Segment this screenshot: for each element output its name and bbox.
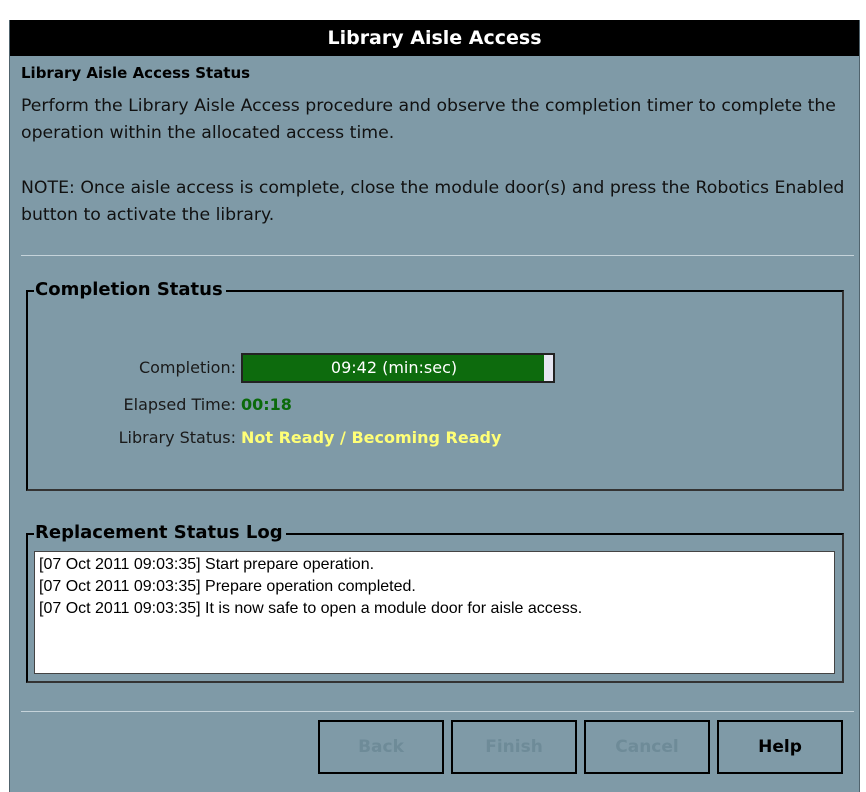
log-entry: [07 Oct 2011 09:03:35] Start prepare ope… (39, 556, 375, 573)
completion-status-group: Completion Status Completion: 09:42 (min… (26, 278, 844, 491)
replacement-status-log-group: Replacement Status Log [07 Oct 2011 09:0… (26, 521, 844, 683)
completion-label: Completion: (138, 358, 236, 377)
log-entry: [07 Oct 2011 09:03:35] Prepare operation… (39, 578, 416, 595)
library-status-label: Library Status: (118, 428, 236, 447)
library-aisle-access-dialog: Library Aisle Access Library Aisle Acces… (9, 20, 860, 792)
status-log-textarea[interactable]: [07 Oct 2011 09:03:35] Start prepare ope… (34, 551, 835, 674)
elapsed-time-label: Elapsed Time: (123, 395, 236, 414)
log-entry: [07 Oct 2011 09:03:35] It is now safe to… (39, 600, 583, 617)
dialog-title: Library Aisle Access (10, 20, 859, 56)
finish-button[interactable]: Finish (451, 720, 577, 774)
note-text: NOTE: Once aisle access is complete, clo… (21, 178, 845, 225)
completion-status-title: Completion Status (34, 278, 226, 302)
help-button[interactable]: Help (717, 720, 843, 774)
cancel-button[interactable]: Cancel (584, 720, 710, 774)
instructions-text: Perform the Library Aisle Access procedu… (21, 96, 836, 143)
completion-progress-bar: 09:42 (min:sec) (241, 353, 555, 383)
replacement-status-log-title: Replacement Status Log (34, 521, 286, 545)
section-heading: Library Aisle Access Status (21, 64, 251, 82)
divider (21, 711, 854, 712)
library-status-value: Not Ready / Becoming Ready (241, 428, 502, 447)
elapsed-time-value: 00:18 (241, 395, 292, 414)
back-button[interactable]: Back (318, 720, 444, 774)
completion-timer-text: 09:42 (min:sec) (330, 358, 458, 377)
divider (21, 255, 854, 256)
